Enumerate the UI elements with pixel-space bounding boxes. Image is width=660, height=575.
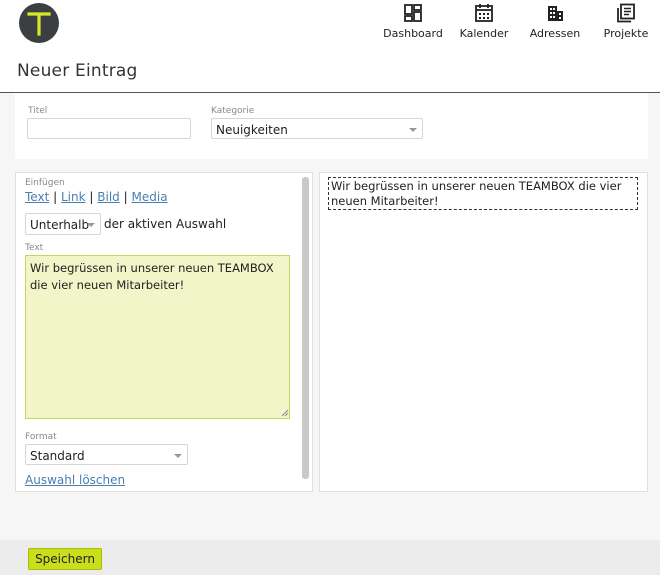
insert-text-link[interactable]: Text xyxy=(25,190,49,204)
insert-link-link[interactable]: Link xyxy=(61,190,86,204)
preview-block[interactable]: Wir begrüssen in unserer neuen TEAMBOX d… xyxy=(328,177,638,210)
nav-projekte-label: Projekte xyxy=(603,27,649,40)
text-value: Wir begrüssen in unserer neuen TEAMBOX d… xyxy=(30,261,274,292)
clear-selection-link[interactable]: Auswahl löschen xyxy=(25,473,125,487)
chevron-down-icon xyxy=(409,128,417,132)
projects-icon xyxy=(617,3,635,23)
insert-image-link[interactable]: Bild xyxy=(97,190,120,204)
insert-label: Einfügen xyxy=(25,178,65,188)
dashboard-icon xyxy=(404,4,422,22)
preview-text: Wir begrüssen in unserer neuen TEAMBOX d… xyxy=(331,179,622,208)
kategorie-label: Kategorie xyxy=(211,106,255,116)
position-value: Unterhalb xyxy=(30,218,90,232)
text-textarea[interactable]: Wir begrüssen in unserer neuen TEAMBOX d… xyxy=(25,255,290,419)
kategorie-select[interactable]: Neuigkeiten xyxy=(211,118,423,139)
building-icon xyxy=(548,6,563,21)
text-label: Text xyxy=(25,243,44,253)
kategorie-value: Neuigkeiten xyxy=(216,123,288,137)
nav-dashboard[interactable]: Dashboard xyxy=(382,3,444,43)
preview-panel xyxy=(319,172,648,492)
teambox-logo[interactable] xyxy=(19,3,59,43)
logo-t-icon xyxy=(27,12,51,36)
nav-projekte[interactable]: Projekte xyxy=(600,3,652,43)
format-value: Standard xyxy=(30,449,85,463)
chevron-down-icon xyxy=(174,454,182,458)
nav-kalender[interactable]: Kalender xyxy=(458,3,510,43)
resize-handle-icon[interactable] xyxy=(281,409,289,417)
editor-scrollbar[interactable] xyxy=(302,177,309,479)
format-select[interactable]: Standard xyxy=(25,444,188,465)
calendar-icon xyxy=(475,4,493,22)
nav-adressen[interactable]: Adressen xyxy=(527,3,583,43)
page-title: Neuer Eintrag xyxy=(17,61,138,81)
nav-adressen-label: Adressen xyxy=(529,27,581,40)
nav-kalender-label: Kalender xyxy=(459,27,509,40)
position-suffix: der aktiven Auswahl xyxy=(104,217,227,231)
save-button[interactable]: Speichern xyxy=(28,548,102,570)
nav-dashboard-label: Dashboard xyxy=(383,27,443,40)
titel-input[interactable] xyxy=(27,118,191,139)
insert-links: Text | Link | Bild | Media xyxy=(25,190,168,204)
insert-media-link[interactable]: Media xyxy=(132,190,168,204)
chevron-down-icon xyxy=(87,223,95,227)
position-select[interactable]: Unterhalb xyxy=(25,213,101,235)
titel-label: Titel xyxy=(28,106,48,116)
format-label: Format xyxy=(25,432,57,442)
